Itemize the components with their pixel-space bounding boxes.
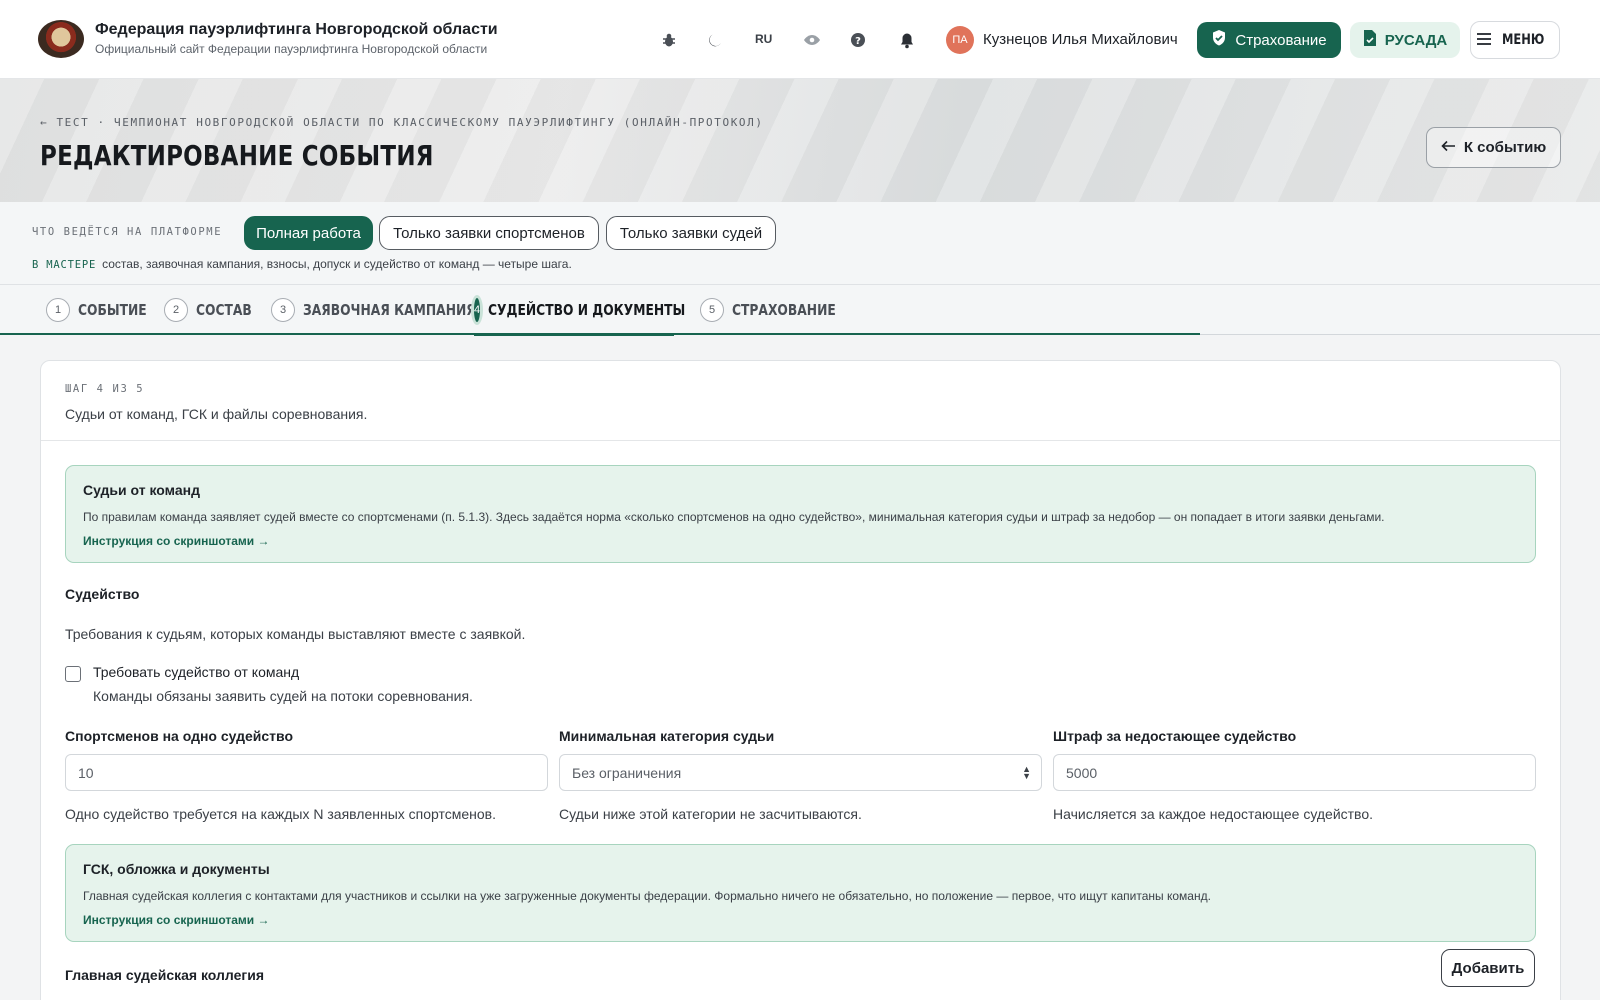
athletes-per-judge-help: Одно судейство требуется на каждых N зая…	[65, 806, 497, 822]
penalty-label: Штраф за недостающее судейство	[1053, 728, 1297, 744]
insurance-button-label: Страхование	[1235, 31, 1327, 49]
min-judge-category-help: Судьи ниже этой категории не засчитывают…	[559, 806, 862, 822]
info-box-title: ГСК, обложка и документы	[83, 861, 270, 877]
min-judge-category-select[interactable]: Без ограничения ▲ ▼	[559, 754, 1042, 791]
rusada-button[interactable]: РУСАДА	[1350, 22, 1460, 58]
tab-step-judging[interactable]: 4 СУДЕЙСТВО И ДОКУМЕНТЫ	[474, 285, 685, 336]
athletes-per-judge-input[interactable]: 10	[65, 754, 548, 791]
step-label: СОСТАВ	[196, 301, 252, 319]
avatar[interactable]: ПА	[946, 26, 974, 54]
penalty-value: 5000	[1066, 764, 1098, 781]
user-name[interactable]: Кузнецов Илья Михайлович	[983, 31, 1178, 48]
step-label: СОБЫТИЕ	[78, 301, 147, 319]
mode-option-athletes[interactable]: Только заявки спортсменов	[379, 216, 599, 250]
step-number: 4	[474, 298, 481, 322]
hamburger-icon	[1476, 32, 1492, 48]
mode-note: В МАСТЕРЕ состав, заявочная кампания, взн…	[32, 257, 572, 271]
back-to-event-label: К событию	[1463, 139, 1547, 156]
athletes-per-judge-value: 10	[78, 764, 94, 781]
require-judging-help: Команды обязаны заявить судей на потоки …	[93, 688, 473, 704]
athletes-per-judge-label: Спортсменов на одно судейство	[65, 728, 293, 744]
tab-step-event[interactable]: 1 СОБЫТИЕ	[46, 285, 162, 335]
tab-step-insurance[interactable]: 5 СТРАХОВАНИЕ	[700, 285, 859, 335]
mode-option-judges[interactable]: Только заявки судей	[606, 216, 776, 250]
gsk-section-title: Главная судейская коллегия	[65, 967, 264, 983]
step-counter: ШАГ 4 ИЗ 5	[65, 383, 145, 395]
menu-button-label: МЕНЮ	[1502, 32, 1545, 48]
step-card-header: ШАГ 4 ИЗ 5 Судьи от команд, ГСК и файлы …	[41, 361, 1560, 441]
info-box-title: Судьи от команд	[83, 482, 200, 498]
step-label: СУДЕЙСТВО И ДОКУМЕНТЫ	[488, 301, 686, 319]
shield-icon	[1211, 29, 1227, 51]
site-subtitle: Официальный сайт Федерации пауэрлифтинга…	[95, 42, 488, 56]
wizard-steps: 1 СОБЫТИЕ 2 СОСТАВ 3 ЗАЯВОЧНАЯ КАМПАНИЯ …	[0, 285, 1600, 336]
breadcrumb[interactable]: ← ТЕСТ · ЧЕМПИОНАТ НОВГОРОДСКОЙ ОБЛАСТИ …	[40, 116, 764, 129]
rusada-button-label: РУСАДА	[1384, 31, 1448, 49]
tab-step-roster[interactable]: 2 СОСТАВ	[164, 285, 264, 335]
step-label: СТРАХОВАНИЕ	[732, 301, 836, 319]
min-judge-category-value: Без ограничения	[572, 764, 682, 781]
platform-mode-label: ЧТО ВЕДЁТСЯ НА ПЛАТФОРМЕ	[32, 226, 223, 238]
info-box-text: Главная судейская коллегия с контактами …	[83, 889, 1211, 903]
penalty-input[interactable]: 5000	[1053, 754, 1536, 791]
step-label: ЗАЯВОЧНАЯ КАМПАНИЯ	[303, 301, 476, 319]
require-judging-label[interactable]: Требовать судейство от команд	[93, 664, 299, 680]
eye-icon[interactable]	[800, 28, 824, 52]
step-number: 3	[271, 298, 295, 322]
info-box-text: По правилам команда заявляет судей вмест…	[83, 510, 1385, 524]
mode-note-text: состав, заявочная кампания, взносы, допу…	[102, 257, 572, 271]
judging-section-description: Требования к судьям, которых команды выс…	[65, 626, 526, 642]
federation-logo[interactable]	[38, 20, 84, 58]
mode-option-full[interactable]: Полная работа	[244, 216, 373, 250]
step-number: 1	[46, 298, 70, 322]
step-card: ШАГ 4 ИЗ 5 Судьи от команд, ГСК и файлы …	[40, 360, 1561, 1000]
platform-mode: ЧТО ВЕДЁТСЯ НА ПЛАТФОРМЕ Полная работа Т…	[0, 202, 1600, 285]
bug-icon[interactable]	[657, 28, 681, 52]
step-description: Судьи от команд, ГСК и файлы соревновани…	[65, 406, 368, 422]
moon-icon[interactable]	[703, 28, 727, 52]
instruction-link[interactable]: Инструкция со скриншотами →	[83, 534, 270, 548]
info-box-team-judges: Судьи от команд По правилам команда заяв…	[65, 465, 1536, 563]
add-gsk-member-button[interactable]: Добавить	[1441, 949, 1535, 987]
min-judge-category-label: Минимальная категория судьи	[559, 728, 775, 744]
bell-icon[interactable]	[895, 28, 919, 52]
back-to-event-button[interactable]: К событию	[1426, 127, 1561, 168]
menu-button[interactable]: МЕНЮ	[1470, 21, 1560, 59]
chevron-updown-icon: ▲ ▼	[1022, 764, 1031, 781]
top-bar: Федерация пауэрлифтинга Новгородской обл…	[0, 0, 1600, 79]
require-judging-checkbox[interactable]	[65, 666, 81, 682]
svg-text:?: ?	[855, 36, 861, 47]
instruction-link[interactable]: Инструкция со скриншотами →	[83, 913, 270, 927]
page-hero: ← ТЕСТ · ЧЕМПИОНАТ НОВГОРОДСКОЙ ОБЛАСТИ …	[0, 79, 1600, 202]
language-switch[interactable]: RU	[755, 32, 772, 46]
help-icon[interactable]: ?	[846, 28, 870, 52]
page-title-text: РЕДАКТИРОВАНИЕ СОБЫТИЯ	[40, 139, 434, 172]
arrow-left-icon	[1441, 139, 1456, 156]
file-icon	[1363, 29, 1377, 51]
site-title[interactable]: Федерация пауэрлифтинга Новгородской обл…	[95, 21, 498, 39]
step-number: 2	[164, 298, 188, 322]
judging-section-title: Судейство	[65, 586, 140, 602]
penalty-help: Начисляется за каждое недостающее судейс…	[1053, 806, 1374, 822]
info-box-gsk-documents: ГСК, обложка и документы Главная судейск…	[65, 844, 1536, 942]
page-title: РЕДАКТИРОВАНИЕ СОБЫТИЯ	[40, 139, 520, 172]
step-number: 5	[700, 298, 724, 322]
insurance-button[interactable]: Страхование	[1197, 22, 1341, 58]
mode-note-tag: В МАСТЕРЕ	[32, 259, 97, 271]
